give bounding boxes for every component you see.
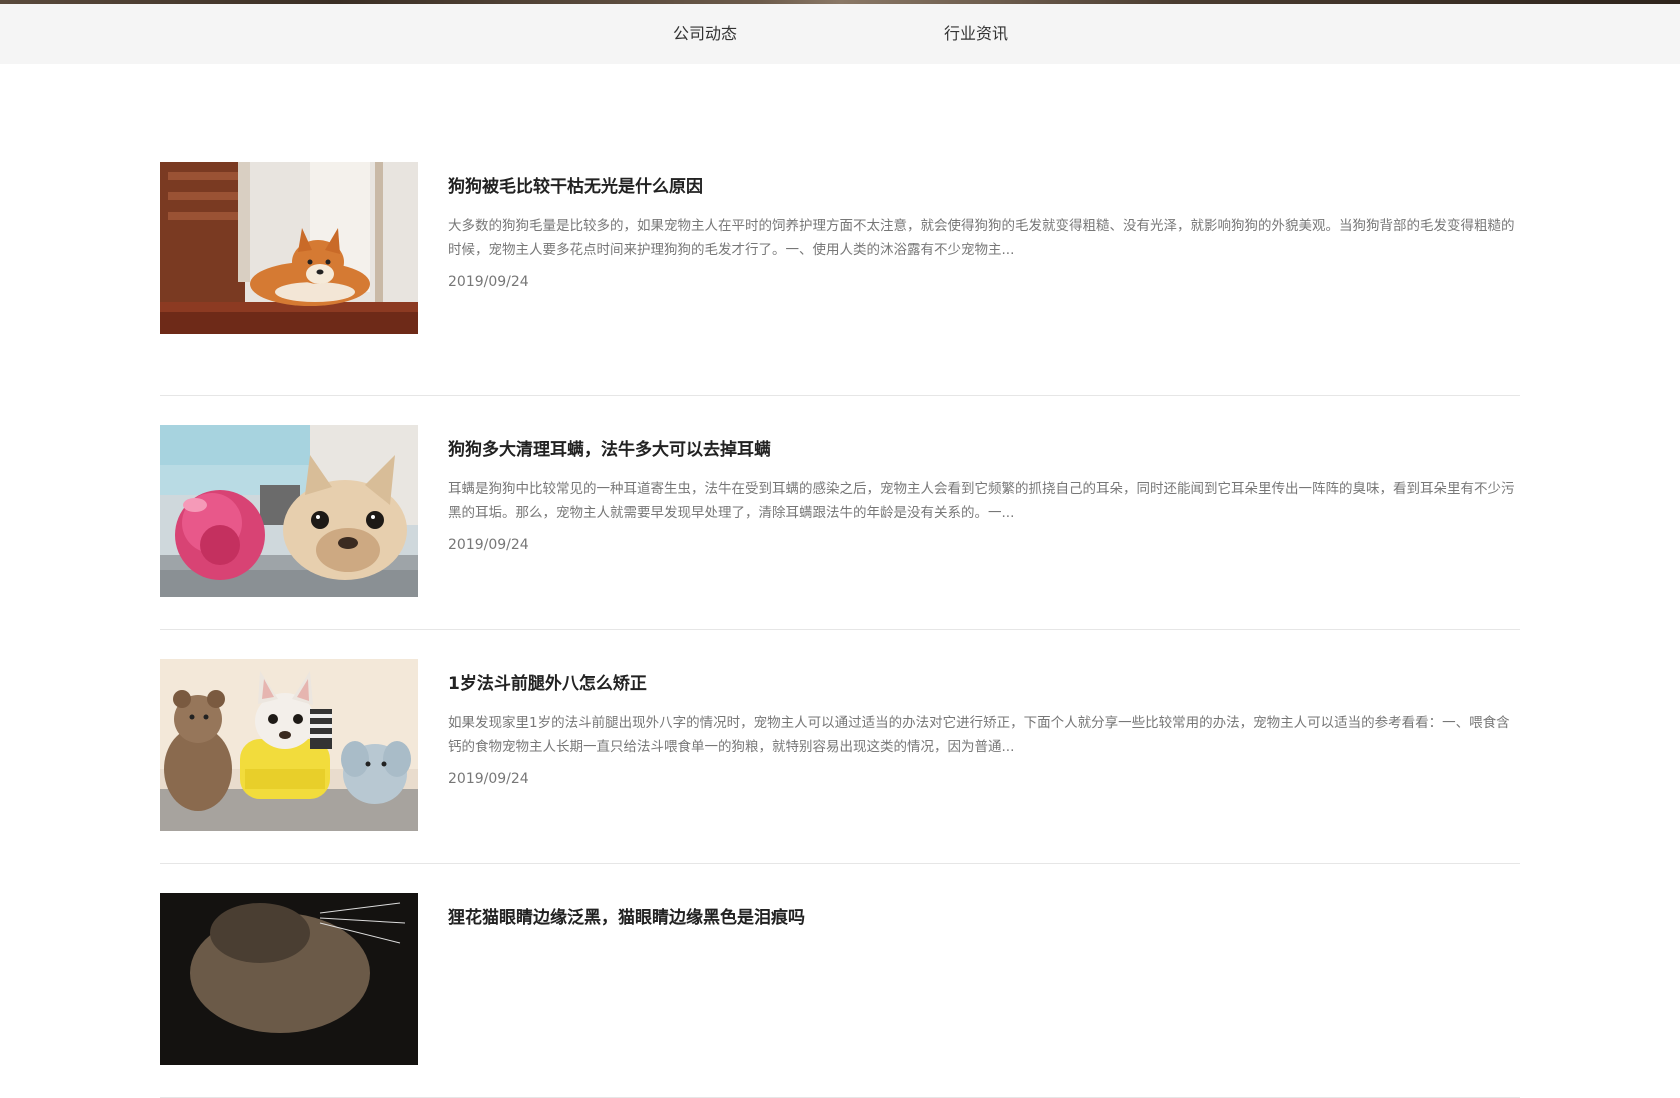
article-summary: 耳螨是狗狗中比较常见的一种耳道寄生虫，法牛在受到耳螨的感染之后，宠物主人会看到它… bbox=[448, 481, 1515, 521]
article-thumbnail-bulldog-ball[interactable] bbox=[160, 425, 418, 597]
article-summary bbox=[448, 945, 1520, 993]
tab-company-news[interactable]: 公司动态 bbox=[673, 4, 737, 64]
article-item: 狗狗多大清理耳螨，法牛多大可以去掉耳螨 耳螨是狗狗中比较常见的一种耳道寄生虫，法… bbox=[160, 396, 1520, 630]
article-title[interactable]: 狗狗被毛比较干枯无光是什么原因 bbox=[448, 162, 1520, 198]
article-summary: 如果发现家里1岁的法斗前腿出现外八字的情况时，宠物主人可以通过适当的办法对它进行… bbox=[448, 715, 1510, 755]
article-item: 狸花猫眼睛边缘泛黑，猫眼睛边缘黑色是泪痕吗 bbox=[160, 864, 1520, 1098]
article-thumbnail-bulldog-toys[interactable] bbox=[160, 659, 418, 831]
article-title[interactable]: 狸花猫眼睛边缘泛黑，猫眼睛边缘黑色是泪痕吗 bbox=[448, 893, 1520, 929]
article-thumbnail-cat[interactable] bbox=[160, 893, 418, 1065]
article-title[interactable]: 1岁法斗前腿外八怎么矫正 bbox=[448, 659, 1520, 695]
article-date: 2019/09/24 bbox=[448, 274, 529, 290]
article-content: 1岁法斗前腿外八怎么矫正 如果发现家里1岁的法斗前腿出现外八字的情况时，宠物主人… bbox=[448, 659, 1520, 787]
article-content: 狸花猫眼睛边缘泛黑，猫眼睛边缘黑色是泪痕吗 bbox=[448, 893, 1520, 1005]
article-date: 2019/09/24 bbox=[448, 537, 529, 553]
article-item: 狗狗被毛比较干枯无光是什么原因 大多数的狗狗毛量是比较多的，如果宠物主人在平时的… bbox=[160, 162, 1520, 396]
article-summary: 大多数的狗狗毛量是比较多的，如果宠物主人在平时的饲养护理方面不太注意，就会使得狗… bbox=[448, 218, 1515, 258]
article-list: 狗狗被毛比较干枯无光是什么原因 大多数的狗狗毛量是比较多的，如果宠物主人在平时的… bbox=[160, 162, 1520, 1098]
article-title[interactable]: 狗狗多大清理耳螨，法牛多大可以去掉耳螨 bbox=[448, 425, 1520, 461]
article-content: 狗狗多大清理耳螨，法牛多大可以去掉耳螨 耳螨是狗狗中比较常见的一种耳道寄生虫，法… bbox=[448, 425, 1520, 553]
tab-industry-news[interactable]: 行业资讯 bbox=[944, 4, 1008, 64]
article-date: 2019/09/24 bbox=[448, 771, 529, 787]
article-thumbnail-corgi[interactable] bbox=[160, 162, 418, 334]
article-content: 狗狗被毛比较干枯无光是什么原因 大多数的狗狗毛量是比较多的，如果宠物主人在平时的… bbox=[448, 162, 1520, 290]
article-item: 1岁法斗前腿外八怎么矫正 如果发现家里1岁的法斗前腿出现外八字的情况时，宠物主人… bbox=[160, 630, 1520, 864]
category-tabs: 公司动态 行业资讯 bbox=[0, 4, 1680, 64]
